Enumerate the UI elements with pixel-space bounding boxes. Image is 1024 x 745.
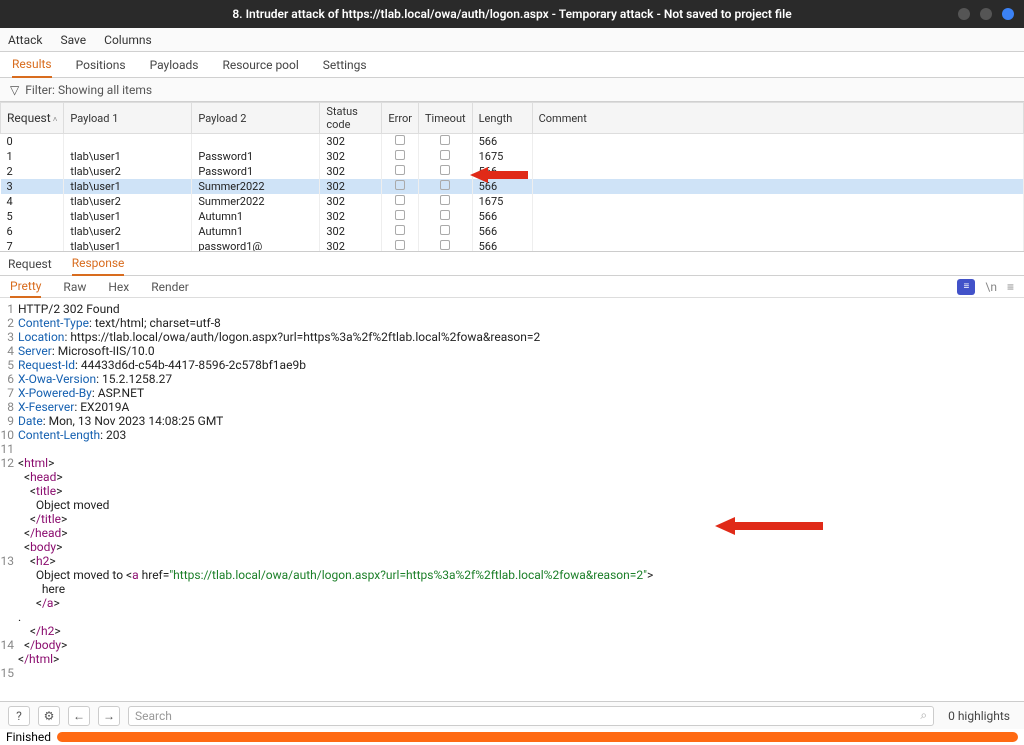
col-request[interactable]: Request˄: [1, 103, 64, 134]
tab-response[interactable]: Response: [72, 252, 125, 276]
nav-forward-icon[interactable]: →: [98, 706, 120, 726]
col-status[interactable]: Status code: [320, 103, 382, 134]
col-payload1[interactable]: Payload 1: [64, 103, 192, 134]
search-placeholder: Search: [135, 709, 172, 723]
view-tabs: Pretty Raw Hex Render ≡ \n ≡: [0, 276, 1024, 298]
tab-positions[interactable]: Positions: [76, 53, 126, 77]
status-text: Finished: [6, 730, 51, 744]
search-input[interactable]: Search ⌕: [128, 706, 934, 726]
table-row[interactable]: 1tlab\user1Password13021675: [1, 149, 1024, 164]
tab-results[interactable]: Results: [12, 52, 52, 78]
inspector-icon[interactable]: ≡: [957, 279, 975, 295]
table-row[interactable]: 5tlab\user1Autumn1302566: [1, 209, 1024, 224]
title-bar: 8. Intruder attack of https://tlab.local…: [0, 0, 1024, 28]
table-row[interactable]: 7tlab\user1password1@302566: [1, 239, 1024, 252]
hamburger-icon[interactable]: ≡: [1007, 280, 1014, 294]
highlight-count: 0 highlights: [942, 709, 1016, 723]
view-raw[interactable]: Raw: [63, 277, 86, 297]
col-timeout[interactable]: Timeout: [418, 103, 472, 134]
filter-text: Filter: Showing all items: [25, 83, 152, 97]
close-button[interactable]: [1002, 8, 1014, 20]
response-body[interactable]: 1HTTP/2 302 Found2Content-Type: text/htm…: [0, 298, 1024, 701]
table-row[interactable]: 6tlab\user2Autumn1302566: [1, 224, 1024, 239]
filter-icon: ▽: [10, 83, 19, 97]
table-row[interactable]: 4tlab\user2Summer20223021675: [1, 194, 1024, 209]
help-icon[interactable]: ?: [8, 706, 30, 726]
nav-back-icon[interactable]: ←: [68, 706, 90, 726]
status-bar: Finished: [0, 729, 1024, 745]
menu-save[interactable]: Save: [60, 33, 86, 47]
filter-bar[interactable]: ▽ Filter: Showing all items: [0, 78, 1024, 102]
bottom-bar: ? ⚙ ← → Search ⌕ 0 highlights: [0, 701, 1024, 729]
search-icon: ⌕: [920, 708, 927, 723]
table-row[interactable]: 2tlab\user2Password1302566: [1, 164, 1024, 179]
progress-bar: [57, 732, 1018, 742]
view-pretty[interactable]: Pretty: [10, 276, 41, 298]
view-hex[interactable]: Hex: [108, 277, 129, 297]
maximize-button[interactable]: [980, 8, 992, 20]
table-row[interactable]: 0302566: [1, 134, 1024, 150]
view-render[interactable]: Render: [151, 277, 189, 297]
col-length[interactable]: Length: [472, 103, 532, 134]
tab-settings[interactable]: Settings: [323, 53, 367, 77]
col-comment[interactable]: Comment: [532, 103, 1023, 134]
menu-attack[interactable]: Attack: [8, 33, 42, 47]
tab-resource-pool[interactable]: Resource pool: [222, 53, 298, 77]
newline-icon[interactable]: \n: [985, 280, 997, 294]
tab-request[interactable]: Request: [8, 253, 52, 275]
minimize-button[interactable]: [958, 8, 970, 20]
menu-columns[interactable]: Columns: [104, 33, 152, 47]
col-error[interactable]: Error: [382, 103, 419, 134]
top-tabs: Results Positions Payloads Resource pool…: [0, 52, 1024, 78]
results-table-wrap: Request˄ Payload 1 Payload 2 Status code…: [0, 102, 1024, 252]
results-table[interactable]: Request˄ Payload 1 Payload 2 Status code…: [0, 102, 1024, 252]
pane-tabs: Request Response: [0, 252, 1024, 276]
menu-bar: Attack Save Columns: [0, 28, 1024, 52]
table-row[interactable]: 3tlab\user1Summer2022302566: [1, 179, 1024, 194]
gear-icon[interactable]: ⚙: [38, 706, 60, 726]
sort-asc-icon: ˄: [53, 115, 58, 124]
col-payload2[interactable]: Payload 2: [192, 103, 320, 134]
window-title: 8. Intruder attack of https://tlab.local…: [232, 7, 791, 21]
tab-payloads[interactable]: Payloads: [150, 53, 199, 77]
